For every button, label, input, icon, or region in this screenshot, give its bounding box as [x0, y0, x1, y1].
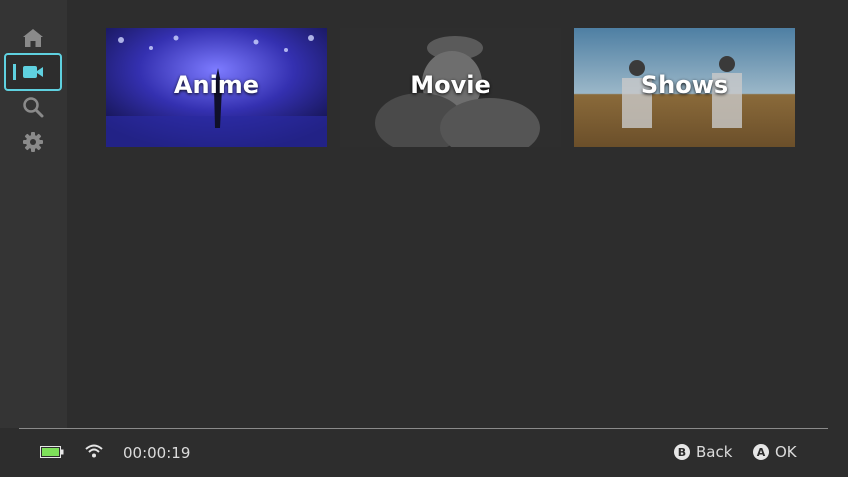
- category-label: Movie: [410, 70, 491, 99]
- ok-label: OK: [775, 443, 797, 461]
- back-label: Back: [696, 443, 733, 461]
- gear-icon: [23, 132, 43, 152]
- category-label: Anime: [173, 70, 260, 99]
- category-tile-anime[interactable]: Anime: [106, 28, 327, 147]
- clock: 00:00:19: [123, 444, 191, 462]
- a-button-icon: A: [753, 444, 769, 460]
- category-tile-shows[interactable]: Shows: [574, 28, 795, 147]
- search-icon: [23, 97, 44, 118]
- sidebar-item-videos[interactable]: [4, 53, 62, 91]
- sidebar: [0, 0, 67, 428]
- status-bar: 00:00:19 B Back A OK: [0, 429, 848, 477]
- active-indicator: [13, 64, 16, 80]
- sidebar-item-search[interactable]: [4, 88, 62, 126]
- category-label: Shows: [640, 70, 729, 99]
- b-button-icon: B: [674, 444, 690, 460]
- home-icon: [23, 29, 43, 47]
- wifi-icon: [85, 444, 103, 458]
- category-tile-movie[interactable]: Movie: [340, 28, 561, 147]
- sidebar-item-settings[interactable]: [4, 123, 62, 161]
- battery-icon: [40, 446, 64, 458]
- back-button[interactable]: B Back: [674, 443, 732, 461]
- ok-button[interactable]: A OK: [753, 443, 797, 461]
- sidebar-item-home[interactable]: [4, 19, 62, 57]
- video-camera-icon: [23, 66, 43, 78]
